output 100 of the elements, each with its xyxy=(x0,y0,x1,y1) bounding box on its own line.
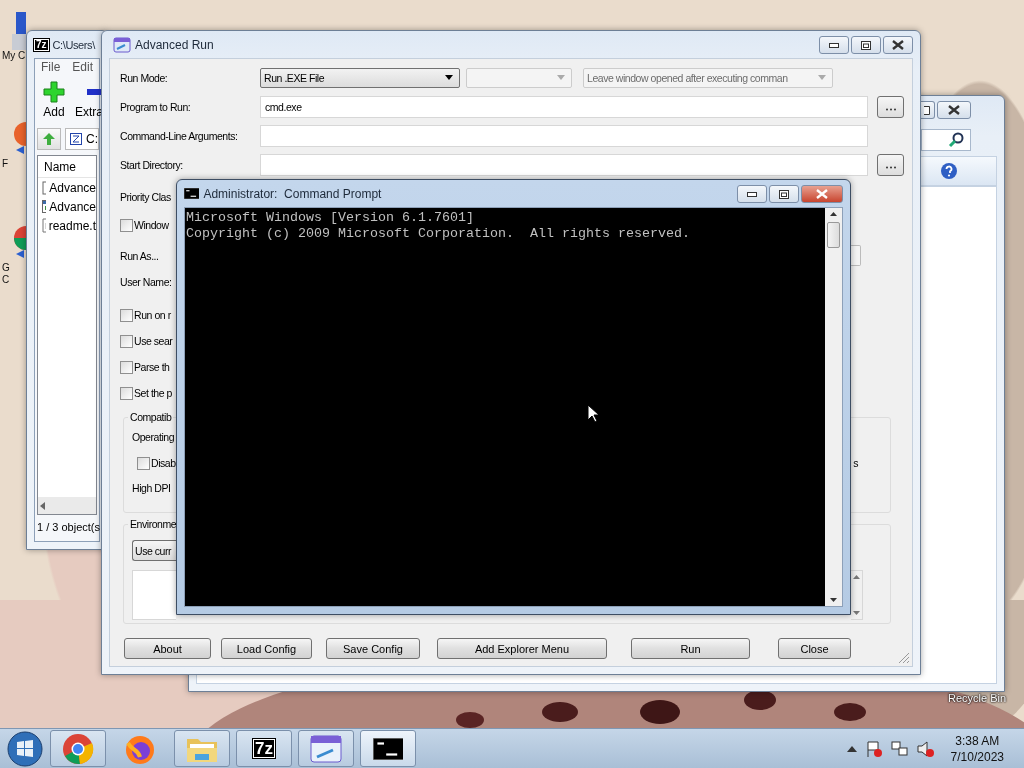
search-field[interactable] xyxy=(921,128,971,151)
console-line: Copyright (c) 2009 Microsoft Corporation. All rights reserved. xyxy=(186,226,690,242)
dialog-button[interactable]: Run xyxy=(631,638,750,659)
field-label: High DPI xyxy=(132,482,172,494)
browse-button[interactable] xyxy=(877,154,904,176)
close-icon xyxy=(892,40,904,50)
volume-icon[interactable] xyxy=(916,739,935,758)
maximize-icon xyxy=(861,40,871,50)
horizontal-scrollbar[interactable] xyxy=(38,497,96,514)
file-name[interactable]: Advance xyxy=(49,199,96,214)
scroll-left-icon[interactable] xyxy=(40,501,46,510)
environment-field[interactable] xyxy=(132,570,176,620)
caret-up-icon[interactable] xyxy=(846,745,857,752)
checkbox-label: Window xyxy=(134,219,169,231)
dialog-button[interactable]: Add Explorer Menu xyxy=(437,638,607,659)
console-icon xyxy=(184,188,200,199)
taskbar-button[interactable] xyxy=(360,730,416,767)
window-title: Administrator: Command Prompt xyxy=(203,186,382,201)
address-field[interactable]: C: xyxy=(65,128,99,150)
maximize-button[interactable] xyxy=(851,36,881,54)
checkbox[interactable] xyxy=(120,218,133,232)
field-label: Command-Line Arguments: xyxy=(120,130,239,142)
field-label: Operating xyxy=(132,431,176,443)
checkbox[interactable] xyxy=(120,334,133,348)
scroll-thumb[interactable] xyxy=(827,222,840,248)
archive-icon xyxy=(70,133,82,145)
minimize-icon xyxy=(747,191,757,197)
minimize-button[interactable] xyxy=(819,36,849,54)
cursor-icon xyxy=(587,404,599,423)
window-file-icon xyxy=(42,200,47,213)
file-name[interactable]: readme.t xyxy=(48,218,96,233)
clock-date[interactable]: 7/10/2023 xyxy=(950,748,1004,765)
chrome-icon xyxy=(62,732,94,765)
program-field[interactable]: cmd.exe xyxy=(260,96,868,118)
checkbox[interactable] xyxy=(137,456,150,470)
checkbox[interactable] xyxy=(120,386,133,400)
menu-item[interactable]: Edit xyxy=(72,60,94,74)
icon-label[interactable]: My C xyxy=(0,50,26,62)
resize-grip-icon[interactable] xyxy=(898,652,910,664)
field-label: Priority Clas xyxy=(120,191,171,203)
arrow-up-icon xyxy=(42,132,56,146)
file-name[interactable]: Advance xyxy=(49,180,96,195)
field-label: Run As... xyxy=(120,249,159,262)
dialog-button[interactable]: About xyxy=(124,638,211,659)
network-icon[interactable] xyxy=(890,739,909,758)
checkbox-label: Run on r xyxy=(134,309,171,321)
field-label: User Name: xyxy=(120,276,172,288)
computer-icon[interactable] xyxy=(12,10,26,50)
icon-label[interactable]: C xyxy=(0,274,10,286)
scroll-down-icon[interactable] xyxy=(830,598,837,602)
column-header[interactable]: Name xyxy=(38,156,96,178)
dialog-button[interactable]: Save Config xyxy=(326,638,420,659)
dialog-button[interactable]: Load Config xyxy=(221,638,312,659)
minimize-button[interactable] xyxy=(737,185,767,203)
environment-dropdown[interactable]: Use curr xyxy=(132,540,176,561)
flag-icon[interactable] xyxy=(864,739,883,758)
scroll-up-icon[interactable] xyxy=(830,212,837,216)
icon-label[interactable]: G xyxy=(0,262,10,274)
checkbox[interactable] xyxy=(120,308,133,322)
checkbox[interactable] xyxy=(120,360,133,374)
window-title: C:\Users\ xyxy=(52,38,95,51)
search-icon xyxy=(948,131,964,148)
start-button[interactable] xyxy=(6,729,44,768)
console-icon xyxy=(372,737,404,760)
close-icon xyxy=(948,105,960,115)
checkbox-label: Disab xyxy=(151,457,176,469)
directory-field[interactable] xyxy=(260,154,868,176)
field-label: Run Mode: xyxy=(120,72,169,84)
field-label: Start Directory: xyxy=(120,159,184,171)
caret-icon xyxy=(816,74,828,82)
caret-icon xyxy=(555,74,567,82)
up-folder-button[interactable] xyxy=(37,128,61,150)
status-text: 1 / 3 object(s xyxy=(36,520,99,535)
toolbar-button[interactable]: Add xyxy=(43,81,65,127)
group-title: Compatib xyxy=(128,411,174,423)
field-label: Program to Run: xyxy=(120,101,192,113)
maximize-button[interactable] xyxy=(769,185,799,203)
dialog-button[interactable]: Close xyxy=(778,638,851,659)
maximize-icon xyxy=(923,105,930,115)
maximize-icon xyxy=(779,189,789,199)
arguments-field[interactable] xyxy=(260,125,868,147)
minimize-icon xyxy=(829,42,839,48)
clock-time[interactable]: 3:38 AM xyxy=(955,732,1000,749)
window-icon xyxy=(113,36,131,53)
close-icon xyxy=(816,189,828,199)
close-button[interactable] xyxy=(937,101,971,119)
icon-label[interactable]: F xyxy=(0,158,9,170)
vertical-scrollbar[interactable] xyxy=(825,208,842,606)
menu-item[interactable]: File xyxy=(41,60,61,74)
ellipsis-icon xyxy=(884,166,897,169)
close-button[interactable] xyxy=(883,36,913,54)
ellipsis-icon xyxy=(884,108,897,111)
help-icon[interactable] xyxy=(940,162,958,180)
browse-button[interactable] xyxy=(877,96,904,118)
window-icon xyxy=(309,733,343,764)
minus-icon xyxy=(87,89,101,95)
window-option-dropdown[interactable]: Leave window opened after executing comman xyxy=(583,68,833,88)
run-mode-dropdown[interactable]: Run .EXE File xyxy=(260,68,460,88)
taskbar-button[interactable]: 7z xyxy=(236,730,292,767)
checkbox-label: Set the p xyxy=(134,387,172,399)
